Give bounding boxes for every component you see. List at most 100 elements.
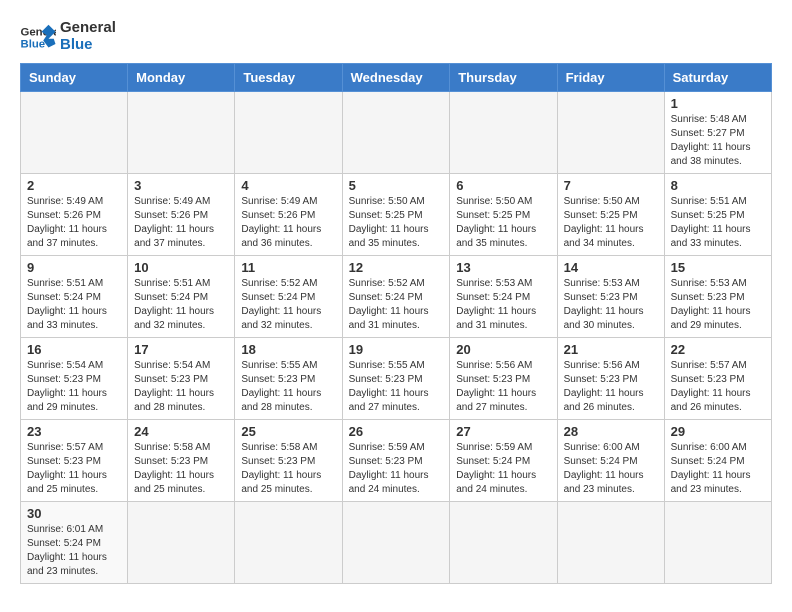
calendar-cell: 10Sunrise: 5:51 AMSunset: 5:24 PMDayligh… bbox=[128, 256, 235, 338]
day-info: Daylight: 11 hours bbox=[564, 223, 658, 237]
calendar-cell: 12 Sunrise: 5:52 AMSunset: 5:24 PMDayligh… bbox=[342, 256, 450, 338]
calendar-cell: 5Sunrise: 5:50 AMSunset: 5:25 PMDaylight… bbox=[342, 174, 450, 256]
day-info: Sunset: 5:24 PM bbox=[349, 291, 444, 305]
day-number: 3 bbox=[134, 178, 228, 193]
day-info: and 37 minutes. bbox=[27, 237, 121, 251]
day-info: and 28 minutes. bbox=[241, 401, 335, 415]
logo-blue: Blue bbox=[60, 37, 116, 54]
day-info: and 37 minutes. bbox=[134, 237, 228, 251]
day-info: and 27 minutes. bbox=[456, 401, 550, 415]
day-of-week-header: Saturday bbox=[664, 64, 771, 92]
day-info: Daylight: 11 hours bbox=[27, 469, 121, 483]
day-info: Sunrise: 5:52 AM bbox=[241, 277, 335, 291]
day-info: Daylight: 11 hours bbox=[241, 305, 335, 319]
day-number: 30 bbox=[27, 506, 121, 521]
day-info: Sunrise: 5:49 AM bbox=[134, 195, 228, 209]
day-number: 18 bbox=[241, 342, 335, 357]
day-info: and 28 minutes. bbox=[134, 401, 228, 415]
day-info: Sunrise: 5:51 AM bbox=[134, 277, 228, 291]
day-info: Sunrise: 5:58 AM bbox=[134, 441, 228, 455]
calendar-cell: 20Sunrise: 5:56 AMSunset: 5:23 PMDayligh… bbox=[450, 338, 557, 420]
day-number: 9 bbox=[27, 260, 121, 275]
day-info: Sunset: 5:24 PM bbox=[241, 291, 335, 305]
calendar-cell bbox=[450, 502, 557, 584]
day-info: and 29 minutes. bbox=[671, 319, 765, 333]
day-info: Daylight: 11 hours bbox=[349, 305, 444, 319]
calendar-cell: 30Sunrise: 6:01 AMSunset: 5:24 PMDayligh… bbox=[21, 502, 128, 584]
calendar-week-row: 2Sunrise: 5:49 AMSunset: 5:26 PMDaylight… bbox=[21, 174, 772, 256]
day-info: Sunrise: 5:53 AM bbox=[456, 277, 550, 291]
day-info: Daylight: 11 hours bbox=[27, 387, 121, 401]
day-of-week-header: Monday bbox=[128, 64, 235, 92]
day-of-week-header: Friday bbox=[557, 64, 664, 92]
day-number: 10 bbox=[134, 260, 228, 275]
day-info: Sunrise: 6:00 AM bbox=[564, 441, 658, 455]
day-info: and 26 minutes. bbox=[564, 401, 658, 415]
day-info: Sunrise: 5:57 AM bbox=[671, 359, 765, 373]
day-number: 12 bbox=[349, 260, 444, 275]
calendar-cell bbox=[664, 502, 771, 584]
calendar-cell: 28Sunrise: 6:00 AMSunset: 5:24 PMDayligh… bbox=[557, 420, 664, 502]
day-info: Sunrise: 5:50 AM bbox=[456, 195, 550, 209]
day-info: Daylight: 11 hours bbox=[456, 387, 550, 401]
day-info: and 33 minutes. bbox=[671, 237, 765, 251]
day-info: Sunrise: 5:52 AM bbox=[349, 277, 444, 291]
day-info: Sunrise: 5:51 AM bbox=[27, 277, 121, 291]
day-info: and 26 minutes. bbox=[671, 401, 765, 415]
day-number: 13 bbox=[456, 260, 550, 275]
day-number: 23 bbox=[27, 424, 121, 439]
day-info: and 38 minutes. bbox=[671, 155, 765, 169]
calendar-cell: 25Sunrise: 5:58 AMSunset: 5:23 PMDayligh… bbox=[235, 420, 342, 502]
day-info: Sunrise: 5:51 AM bbox=[671, 195, 765, 209]
day-number: 14 bbox=[564, 260, 658, 275]
day-info: Sunset: 5:23 PM bbox=[349, 455, 444, 469]
header: General Blue General Blue bbox=[20, 20, 772, 53]
day-number: 24 bbox=[134, 424, 228, 439]
day-info: and 35 minutes. bbox=[349, 237, 444, 251]
day-number: 25 bbox=[241, 424, 335, 439]
day-info: and 29 minutes. bbox=[27, 401, 121, 415]
calendar-cell: 18Sunrise: 5:55 AMSunset: 5:23 PMDayligh… bbox=[235, 338, 342, 420]
day-info: Sunset: 5:24 PM bbox=[671, 455, 765, 469]
calendar-cell bbox=[21, 92, 128, 174]
day-number: 5 bbox=[349, 178, 444, 193]
calendar-cell: 1Sunrise: 5:48 AMSunset: 5:27 PMDaylight… bbox=[664, 92, 771, 174]
day-info: Sunrise: 5:56 AM bbox=[564, 359, 658, 373]
calendar-cell bbox=[128, 92, 235, 174]
day-info: Daylight: 11 hours bbox=[671, 469, 765, 483]
calendar-header-row: SundayMondayTuesdayWednesdayThursdayFrid… bbox=[21, 64, 772, 92]
calendar-cell: 27Sunrise: 5:59 AMSunset: 5:24 PMDayligh… bbox=[450, 420, 557, 502]
day-number: 8 bbox=[671, 178, 765, 193]
day-info: Sunrise: 5:50 AM bbox=[349, 195, 444, 209]
day-info: Sunset: 5:27 PM bbox=[671, 127, 765, 141]
calendar-cell: 24Sunrise: 5:58 AMSunset: 5:23 PMDayligh… bbox=[128, 420, 235, 502]
day-of-week-header: Wednesday bbox=[342, 64, 450, 92]
day-info: Daylight: 11 hours bbox=[27, 305, 121, 319]
day-info: Sunrise: 5:48 AM bbox=[671, 113, 765, 127]
day-info: Sunset: 5:23 PM bbox=[671, 291, 765, 305]
day-info: Sunset: 5:23 PM bbox=[241, 373, 335, 387]
day-info: Sunset: 5:25 PM bbox=[349, 209, 444, 223]
day-info: Sunset: 5:25 PM bbox=[456, 209, 550, 223]
calendar-cell bbox=[128, 502, 235, 584]
day-info: Daylight: 11 hours bbox=[134, 305, 228, 319]
calendar-cell: 19Sunrise: 5:55 AMSunset: 5:23 PMDayligh… bbox=[342, 338, 450, 420]
day-number: 27 bbox=[456, 424, 550, 439]
day-info: and 23 minutes. bbox=[27, 565, 121, 579]
day-info: Daylight: 11 hours bbox=[456, 223, 550, 237]
day-number: 1 bbox=[671, 96, 765, 111]
day-info: and 31 minutes. bbox=[349, 319, 444, 333]
day-info: and 25 minutes. bbox=[241, 483, 335, 497]
day-info: Daylight: 11 hours bbox=[241, 469, 335, 483]
calendar-cell: 9Sunrise: 5:51 AMSunset: 5:24 PMDaylight… bbox=[21, 256, 128, 338]
day-info: Daylight: 11 hours bbox=[671, 305, 765, 319]
day-of-week-header: Tuesday bbox=[235, 64, 342, 92]
day-info: Sunset: 5:24 PM bbox=[456, 291, 550, 305]
calendar-cell bbox=[557, 502, 664, 584]
day-info: and 35 minutes. bbox=[456, 237, 550, 251]
calendar-cell: 8Sunrise: 5:51 AMSunset: 5:25 PMDaylight… bbox=[664, 174, 771, 256]
day-number: 2 bbox=[27, 178, 121, 193]
day-info: Sunrise: 5:55 AM bbox=[349, 359, 444, 373]
day-info: Sunset: 5:24 PM bbox=[564, 455, 658, 469]
day-number: 21 bbox=[564, 342, 658, 357]
